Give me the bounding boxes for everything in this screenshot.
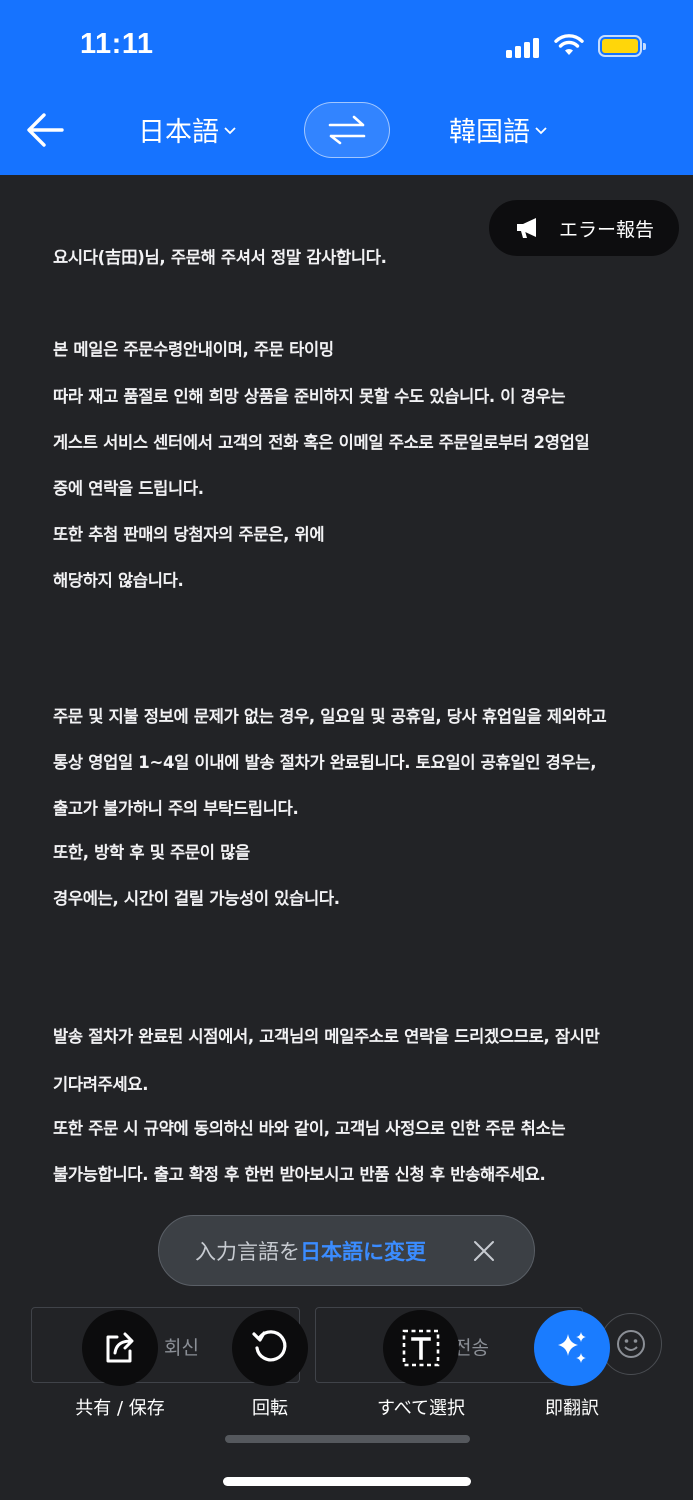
toast-prefix: 入力言語を [195, 1239, 300, 1264]
translated-line: 경우에는, 시간이 걸릴 가능성이 있습니다. [53, 889, 340, 908]
swap-arrows-icon [328, 115, 366, 145]
translated-line: 통상 영업일 1~4일 이내에 발송 절차가 완료됩니다. 토요일이 공휴일인 … [53, 753, 597, 772]
error-report-label: エラー報告 [559, 218, 655, 241]
close-icon[interactable] [472, 1239, 496, 1263]
select-all-button[interactable] [383, 1310, 459, 1386]
rotate-button[interactable] [232, 1310, 308, 1386]
translated-line: 또한 추첨 판매의 당첨자의 주문은, 위에 [53, 525, 325, 544]
cellular-signal-icon [506, 36, 539, 58]
translated-line: 따라 재고 품절로 인해 희망 상품을 준비하지 못할 수도 있습니다. 이 경… [53, 387, 566, 406]
source-language-label: 日本語 [138, 117, 219, 148]
wifi-icon [554, 34, 584, 55]
instant-translate-label: 即翻訳 [545, 1398, 599, 1419]
home-indicator [223, 1477, 471, 1486]
sparkles-icon [558, 1332, 586, 1363]
megaphone-icon [517, 218, 536, 238]
translated-line: 또한, 방학 후 및 주문이 많을 [53, 843, 250, 862]
change-language-link[interactable]: 日本語に変更 [300, 1236, 426, 1266]
back-button[interactable] [24, 108, 68, 152]
rotate-label: 回転 [252, 1398, 288, 1419]
translated-line: 기다려주세요. [53, 1075, 149, 1094]
error-report-button[interactable]: エラー報告 [489, 200, 679, 256]
translated-line: 발송 절차가 완료된 시점에서, 고객님의 메일주소로 연락을 드리겠으므로, … [53, 1027, 600, 1046]
instant-translate-button[interactable] [534, 1310, 610, 1386]
top-bar: 11:11 日本語 韓国語 [0, 0, 693, 175]
share-save-label: 共有 / 保存 [75, 1398, 165, 1419]
chevron-down-icon [224, 126, 236, 134]
translated-line: 출고가 불가하니 주의 부탁드립니다. [53, 799, 299, 818]
translated-line: 주문 및 지불 정보에 문제가 없는 경우, 일요일 및 공휴일, 당사 휴업일… [53, 707, 607, 726]
chevron-down-icon [535, 126, 547, 134]
translated-line: 본 메일은 주문수령안내이며, 주문 타이밍 [53, 340, 334, 359]
target-language-label: 韓国語 [449, 117, 530, 148]
swap-languages-button[interactable] [304, 102, 390, 158]
status-time: 11:11 [80, 28, 154, 60]
translation-result-area [0, 175, 693, 1500]
share-icon [106, 1332, 134, 1363]
translated-line: 중에 연락을 드립니다. [53, 479, 204, 498]
rotate-icon [252, 1330, 287, 1362]
translated-line: 불가능합니다. 출고 확정 후 한번 받아보시고 반품 신청 후 반송해주세요. [53, 1165, 546, 1184]
select-text-icon [402, 1329, 440, 1367]
battery-icon [598, 35, 646, 57]
translated-line: 해당하지 않습니다. [53, 571, 184, 590]
send-label: 전송 [454, 1337, 489, 1359]
select-all-label: すべて選択 [376, 1398, 466, 1419]
arrow-left-icon [27, 113, 64, 147]
scroll-indicator [225, 1435, 470, 1443]
reply-label: 회신 [164, 1337, 199, 1359]
share-save-button[interactable] [82, 1310, 158, 1386]
target-language-selector[interactable]: 韓国語 [449, 110, 548, 149]
input-language-toast: 入力言語を 日本語に変更 [158, 1215, 535, 1286]
translated-line: 요시다(吉田)님, 주문해 주셔서 정말 감사합니다. [53, 248, 387, 267]
smiley-icon [617, 1330, 645, 1358]
translated-line: 또한 주문 시 규약에 동의하신 바와 같이, 고객님 사정으로 인한 주문 취… [53, 1119, 566, 1138]
translated-line: 게스트 서비스 센터에서 고객의 전화 혹은 이메일 주소로 주문일로부터 2영… [53, 433, 590, 452]
source-language-selector[interactable]: 日本語 [138, 110, 237, 149]
